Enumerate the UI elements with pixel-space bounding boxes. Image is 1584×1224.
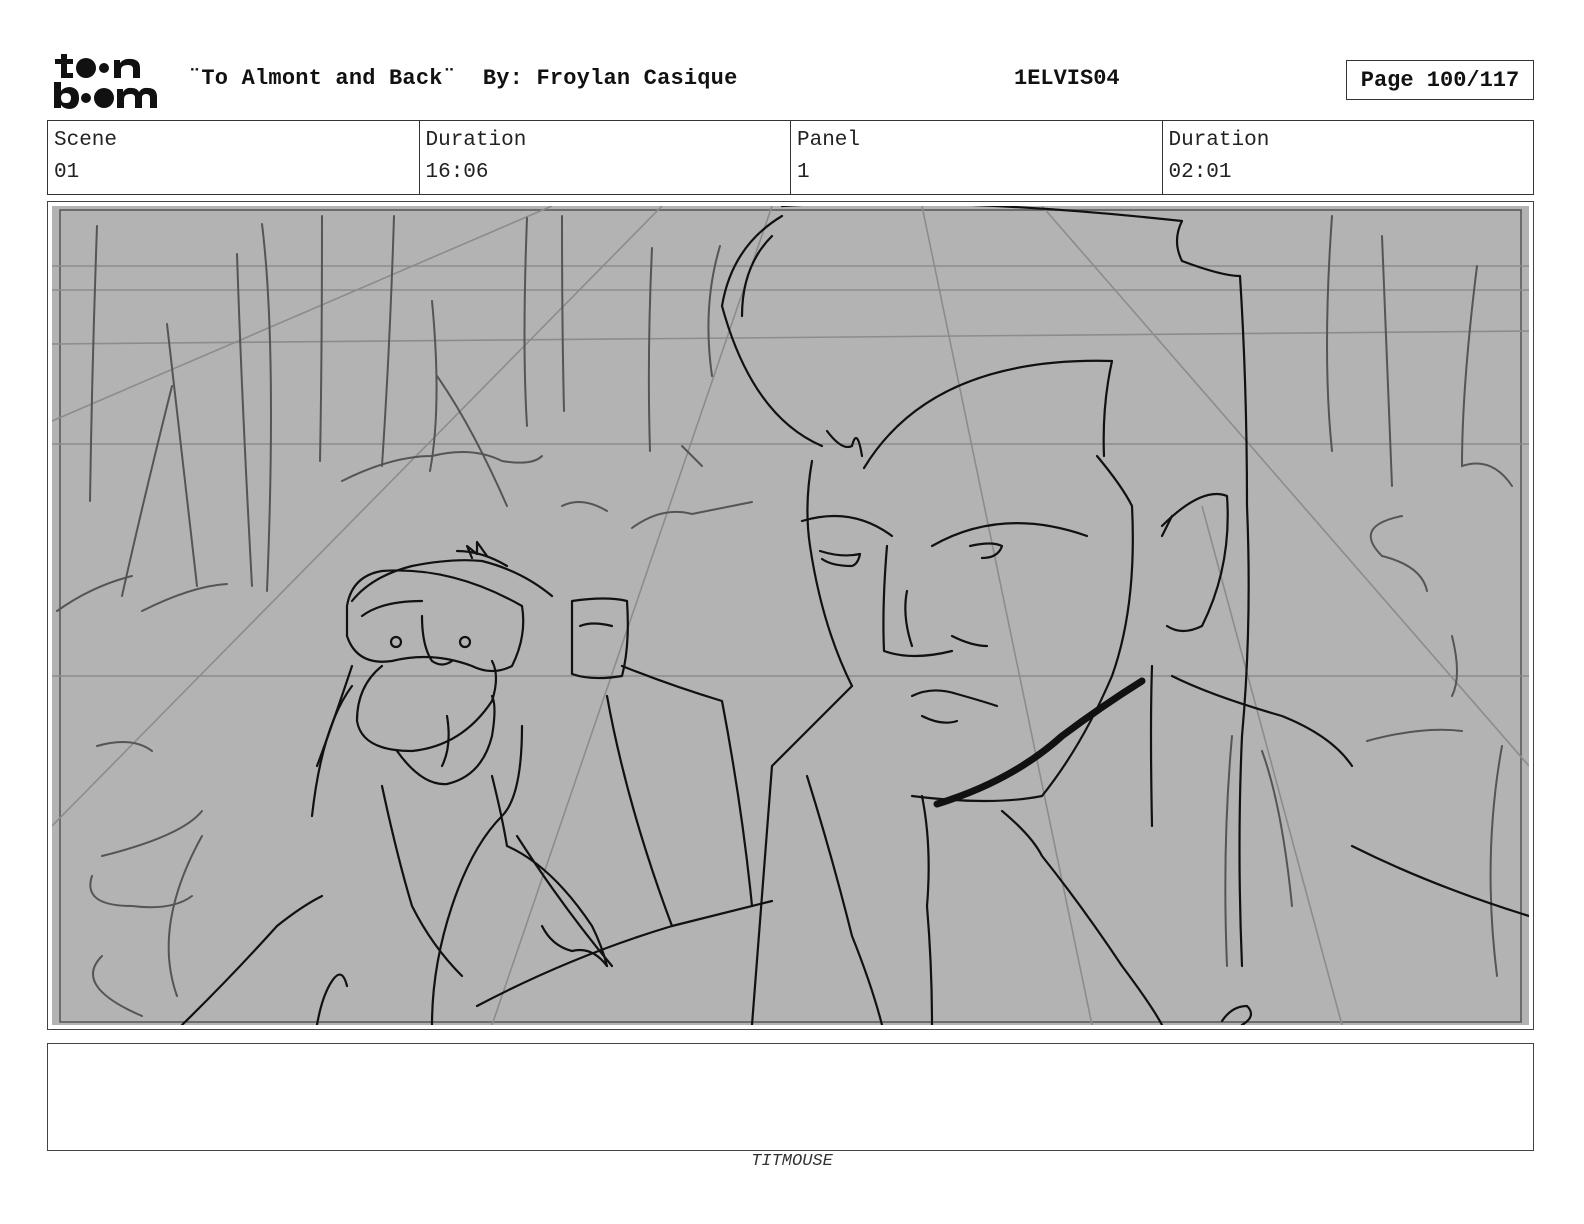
panel-duration-value: 02:01 [1168, 161, 1232, 184]
panel-duration-label: Duration [1168, 129, 1270, 152]
panel-notes-box [47, 1043, 1534, 1151]
storyboard-panel-frame [47, 201, 1534, 1030]
panel-duration-cell: Duration 02:01 [1163, 121, 1534, 194]
scene-value: 01 [54, 161, 80, 184]
studio-footer: TITMOUSE [751, 1152, 833, 1171]
scene-label: Scene [54, 129, 118, 152]
panel-value: 1 [797, 161, 810, 184]
panel-info-row: Scene 01 Duration 16:06 Panel 1 Duration… [47, 120, 1534, 195]
page-indicator: Page 100/117 [1346, 60, 1534, 100]
panel-cell: Panel 1 [791, 121, 1163, 194]
episode-code: 1ELVIS04 [1014, 66, 1120, 91]
scene-duration-label: Duration [425, 129, 527, 152]
scene-cell: Scene 01 [48, 121, 420, 194]
scene-duration-cell: Duration 16:06 [420, 121, 791, 194]
scene-duration-value: 16:06 [425, 161, 489, 184]
storyboard-title: ¨To Almont and Back¨ By: Froylan Casique [188, 66, 738, 91]
panel-label: Panel [797, 129, 861, 152]
toon-boom-logo-mark [54, 54, 157, 109]
storyboard-panel-sketch [52, 206, 1529, 1025]
toon-boom-logo: toon boom [52, 50, 164, 112]
